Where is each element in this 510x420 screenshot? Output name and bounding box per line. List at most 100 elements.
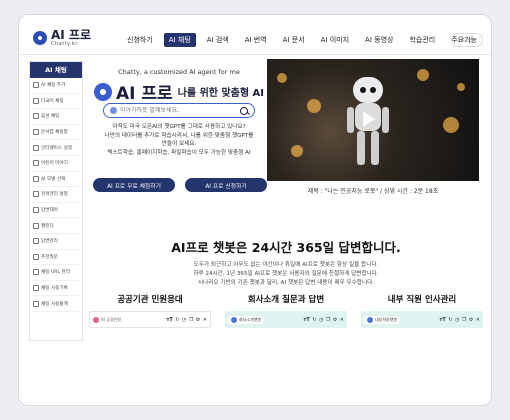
hero-panel: Chatty, a customized AI agent for me AI … <box>89 65 269 192</box>
bokeh-light <box>307 99 321 113</box>
robot-leg <box>357 131 365 165</box>
sidebar-item[interactable]: 어린이 이야기 <box>30 156 82 172</box>
section-description: 도두가 퇴근하고 아무도 없는 야간이나 휴일에 AI프로 챗봇은 항상 일을 … <box>193 262 379 286</box>
nav-apply[interactable]: 신청하기 <box>127 33 153 47</box>
play-icon[interactable] <box>363 111 375 127</box>
logo-mark-icon <box>33 31 47 45</box>
sidebar-item[interactable]: 채팅 URL 관리 <box>30 265 82 281</box>
sidebar-item[interactable]: 문서업 채팅창 <box>30 125 82 141</box>
card-badge: 회사소개챗봇 <box>239 316 262 322</box>
nav-ai-image[interactable]: AI 이미지 <box>321 33 349 47</box>
hero-title-rest: 나를 위한 맞춤형 AI <box>177 88 264 99</box>
free-trial-button[interactable]: AI 프로 무료 체험하기 <box>93 178 175 192</box>
menu-icon <box>33 222 39 229</box>
brand-star-icon <box>94 82 112 101</box>
sidebar-item[interactable]: 답변관리 <box>30 234 82 250</box>
close-icon[interactable]: ✕ <box>203 317 207 323</box>
history-icon[interactable]: ◷ <box>182 317 186 323</box>
history-icon[interactable]: ◷ <box>319 317 323 323</box>
copy-icon[interactable]: ❐ <box>462 317 466 323</box>
nav-ai-translate[interactable]: AI 번역 <box>245 33 267 47</box>
sidebar-item[interactable]: 다국어 채팅 <box>30 94 82 110</box>
browser-frame: AI 프로 Chatty.kr 신청하기 AI 채팅 AI 검색 AI 번역 A… <box>18 14 492 406</box>
hero-search-box[interactable] <box>103 103 255 118</box>
search-icon[interactable] <box>240 106 248 115</box>
text-size-icon[interactable]: ᴛT <box>303 317 309 323</box>
chat-toolbar: ᴛT ↻ ◷ ❐ ⚙ ✕ <box>301 317 344 323</box>
login-button[interactable]: 로그인 <box>451 33 483 47</box>
refresh-icon[interactable]: ↻ <box>448 317 452 323</box>
card-title: 회사소개 질문과 답변 <box>247 295 325 305</box>
hero-search-input[interactable] <box>120 107 240 114</box>
close-icon[interactable]: ✕ <box>476 317 480 323</box>
top-navigation: AI 프로 Chatty.kr 신청하기 AI 채팅 AI 검색 AI 번역 A… <box>19 15 491 55</box>
logo[interactable]: AI 프로 Chatty.kr <box>33 29 91 47</box>
video-caption: 제목 : "나는 인공지능 로봇" / 상영 시간 : 2분 18초 <box>307 188 439 195</box>
apply-button[interactable]: AI 프로 신청하기 <box>185 178 267 192</box>
copy-icon[interactable]: ❐ <box>326 317 330 323</box>
sidebar-item[interactable]: 캘린더 <box>30 218 82 234</box>
sidebar-item[interactable]: 추천질문 <box>30 250 82 266</box>
usecase-card[interactable]: 내부 직원 인사관리 내부직원챗봇 ᴛT ↻ ◷ ❐ ⚙ ✕ <box>361 293 483 328</box>
menu-icon <box>33 113 39 120</box>
sidebar-item[interactable]: AI 채팅 추가 <box>30 78 82 94</box>
chatbot-badge-icon <box>231 316 237 323</box>
settings-icon[interactable]: ⚙ <box>196 317 200 323</box>
sidebar-item[interactable]: 검색엔진 설정 <box>30 187 82 203</box>
hero-title: AI 프로 나를 위한 맞춤형 AI <box>89 79 269 104</box>
sidebar-item[interactable]: 음성 채팅 <box>30 109 82 125</box>
text-size-icon[interactable]: ᴛT <box>166 317 172 323</box>
bokeh-light <box>457 83 465 91</box>
menu-icon <box>33 82 39 89</box>
chart-icon <box>33 300 39 307</box>
nav-ai-chat[interactable]: AI 채팅 <box>163 33 196 47</box>
video-player[interactable] <box>267 59 479 181</box>
sidebar-item[interactable]: AI 모델 선택 <box>30 172 82 188</box>
section-title: AI프로 챗봇은 24시간 365일 답변합니다. <box>171 240 401 255</box>
refresh-icon[interactable]: ↻ <box>312 317 316 323</box>
chat-toolbar: ᴛT ↻ ◷ ❐ ⚙ ✕ <box>437 317 480 323</box>
menu-icon <box>33 160 39 167</box>
menu-icon <box>33 129 39 136</box>
chat-header-preview: 회사소개챗봇 ᴛT ↻ ◷ ❐ ⚙ ✕ <box>225 311 347 328</box>
menu-icon <box>33 285 39 292</box>
nav-ai-search[interactable]: AI 검색 <box>207 33 229 47</box>
logo-title: AI 프로 <box>51 28 92 42</box>
menu-icon <box>33 175 39 182</box>
menu-icon <box>33 191 39 198</box>
nav-ai-document[interactable]: AI 문서 <box>283 33 305 47</box>
nav-ai-video[interactable]: AI 동영상 <box>365 33 393 47</box>
bokeh-light <box>417 69 429 81</box>
usecase-cards: 공공기관 민원응대 AI 공공민원 ᴛT ↻ ◷ ❐ ⚙ ✕ 회사소개 질문과 … <box>89 293 483 328</box>
sidebar-item[interactable]: 채팅 사용기록 <box>30 281 82 297</box>
card-badge: AI 공공민원 <box>101 316 121 322</box>
hero-buttons: AI 프로 무료 체험하기 AI 프로 신청하기 <box>93 178 267 192</box>
chat-toolbar: ᴛT ↻ ◷ ❐ ⚙ ✕ <box>164 317 207 323</box>
text-size-icon[interactable]: ᴛT <box>439 317 445 323</box>
robot-eye <box>360 87 366 93</box>
sidebar-item[interactable]: 채팅 사용통계 <box>30 296 82 312</box>
card-title: 내부 직원 인사관리 <box>387 295 457 305</box>
sidebar-item[interactable]: 인터페이스 설정 <box>30 140 82 156</box>
robot-arm <box>347 107 354 133</box>
history-icon[interactable]: ◷ <box>455 317 459 323</box>
usecase-card[interactable]: 공공기관 민원응대 AI 공공민원 ᴛT ↻ ◷ ❐ ⚙ ✕ <box>89 293 211 328</box>
copy-icon[interactable]: ❐ <box>189 317 193 323</box>
hero-title-ai: AI 프로 <box>116 84 173 104</box>
settings-icon[interactable]: ⚙ <box>333 317 337 323</box>
menu-icon <box>33 97 39 104</box>
close-icon[interactable]: ✕ <box>340 317 344 323</box>
settings-icon[interactable]: ⚙ <box>469 317 473 323</box>
menu-icon <box>33 207 39 214</box>
robot-head <box>353 77 383 103</box>
nav-learning[interactable]: 학습관리 <box>409 33 435 47</box>
bokeh-light <box>277 73 287 83</box>
bokeh-light <box>291 145 303 157</box>
chat-header-preview: AI 공공민원 ᴛT ↻ ◷ ❐ ⚙ ✕ <box>89 311 211 328</box>
sidebar-item[interactable]: 답변제어 <box>30 203 82 219</box>
refresh-icon[interactable]: ↻ <box>175 317 179 323</box>
usecase-card[interactable]: 회사소개 질문과 답변 회사소개챗봇 ᴛT ↻ ◷ ❐ ⚙ ✕ <box>225 293 347 328</box>
chat-bot-icon <box>110 107 117 114</box>
robot-eye <box>370 87 376 93</box>
card-title: 공공기관 민원응대 <box>117 295 183 305</box>
